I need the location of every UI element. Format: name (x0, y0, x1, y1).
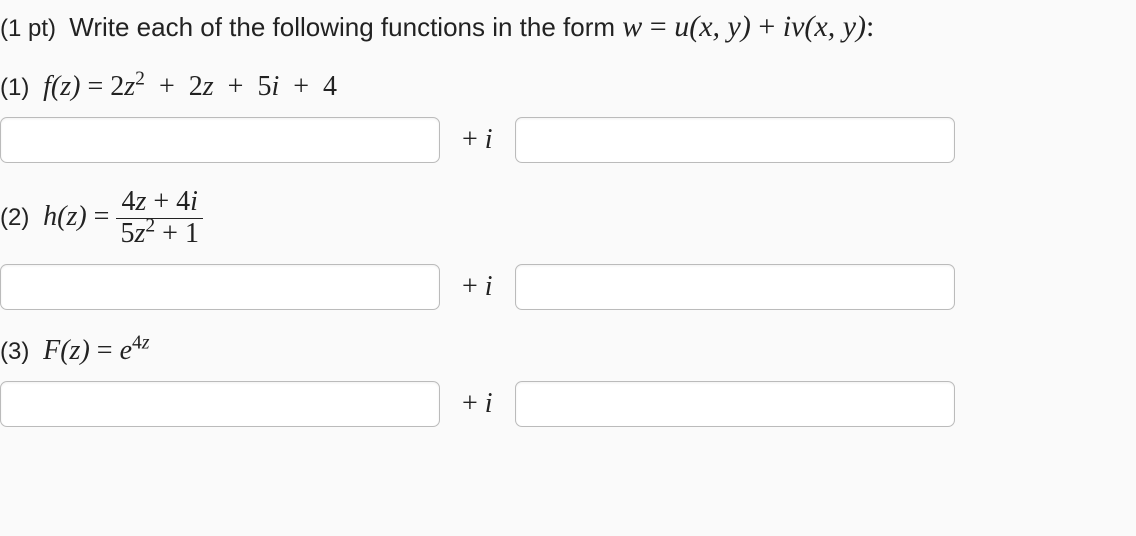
answer-row-2: + i (0, 264, 1136, 310)
imag-part-input-2[interactable] (515, 264, 955, 310)
intro-i: i (783, 10, 791, 43)
question-intro: (1 pt) Write each of the following funct… (0, 6, 1136, 48)
p2-fraction: 4z + 4i 5z2 + 1 (116, 187, 203, 250)
problem-2: (2) h(z) = 4z + 4i 5z2 + 1 (0, 187, 1136, 250)
plus-i-1: + i (462, 124, 493, 156)
points-label: (1 pt) (0, 15, 56, 42)
p2-func: h(z) (43, 201, 87, 232)
intro-eq: = (642, 10, 674, 43)
part-label-2: (2) (0, 204, 29, 231)
p1-eq: = (87, 71, 110, 102)
answer-row-3: + i (0, 381, 1136, 427)
plus-i-2: + i (462, 271, 493, 303)
p3-func: F(z) (43, 335, 90, 366)
answer-row-1: + i (0, 117, 1136, 163)
problem-1: (1) f(z) = 2z2 + 2z + 5i + 4 (0, 70, 1136, 103)
intro-vxy: v(x, y) (791, 10, 866, 43)
p1-func: f(z) (43, 71, 80, 102)
intro-text: Write each of the following functions in… (69, 12, 622, 42)
intro-w: w (622, 10, 642, 43)
intro-colon: : (866, 10, 874, 43)
plus-i-3: + i (462, 388, 493, 420)
real-part-input-2[interactable] (0, 264, 440, 310)
imag-part-input-1[interactable] (515, 117, 955, 163)
intro-uxy: u(x, y) (674, 10, 751, 43)
p3-eq: = (97, 335, 120, 366)
real-part-input-1[interactable] (0, 117, 440, 163)
intro-plus: + (751, 10, 783, 43)
problem-3: (3) F(z) = e4z (0, 334, 1136, 367)
part-label-3: (3) (0, 338, 29, 365)
imag-part-input-3[interactable] (515, 381, 955, 427)
real-part-input-3[interactable] (0, 381, 440, 427)
p3-expr: e4z (120, 335, 150, 366)
part-label-1: (1) (0, 74, 29, 101)
p2-eq: = (94, 201, 117, 232)
